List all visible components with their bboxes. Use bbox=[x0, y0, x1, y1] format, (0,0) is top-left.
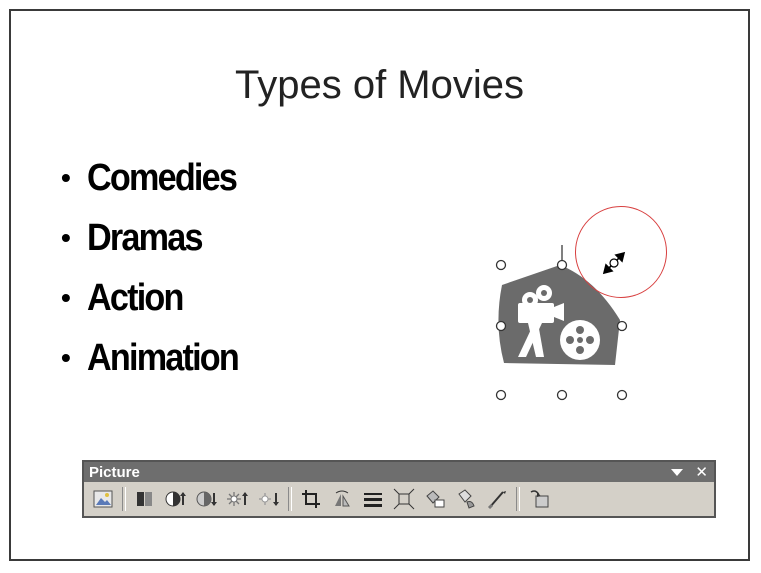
crop-icon[interactable] bbox=[298, 486, 324, 512]
close-icon[interactable]: ✕ bbox=[695, 464, 708, 480]
reset-picture-icon[interactable] bbox=[526, 486, 552, 512]
format-picture-icon[interactable] bbox=[422, 486, 448, 512]
toolbar-button-row bbox=[84, 482, 714, 516]
list-item[interactable]: • Action bbox=[61, 268, 255, 328]
more-brightness-icon[interactable] bbox=[225, 486, 251, 512]
toolbar-titlebar[interactable]: Picture ✕ bbox=[84, 462, 714, 482]
list-item[interactable]: • Comedies bbox=[61, 148, 255, 208]
bullet-text[interactable]: Comedies bbox=[87, 148, 238, 208]
bullet-text[interactable]: Action bbox=[87, 268, 184, 328]
less-brightness-icon[interactable] bbox=[256, 486, 282, 512]
bullet-marker: • bbox=[61, 282, 71, 313]
bullet-marker: • bbox=[61, 342, 71, 373]
toolbar-title: Picture bbox=[89, 463, 140, 481]
toolbar-options-arrow-icon[interactable] bbox=[671, 468, 684, 476]
bullet-text[interactable]: Animation bbox=[87, 328, 240, 388]
picture-toolbar[interactable]: Picture ✕ bbox=[82, 460, 716, 518]
color-icon[interactable] bbox=[132, 486, 158, 512]
compress-pictures-icon[interactable] bbox=[391, 486, 417, 512]
bullet-marker: • bbox=[61, 162, 71, 193]
set-transparent-color-icon[interactable] bbox=[453, 486, 479, 512]
bullet-marker: • bbox=[61, 222, 71, 253]
line-style-icon[interactable] bbox=[360, 486, 386, 512]
slide-title[interactable]: Types of Movies bbox=[11, 63, 748, 108]
recolor-picture-icon[interactable] bbox=[484, 486, 510, 512]
list-item[interactable]: • Animation bbox=[61, 328, 255, 388]
rotate-left-icon[interactable] bbox=[329, 486, 355, 512]
toolbar-separator bbox=[516, 487, 520, 511]
insert-picture-icon[interactable] bbox=[90, 486, 116, 512]
bullet-list[interactable]: • Comedies • Dramas • Action • Animation bbox=[61, 148, 255, 388]
resize-cursor-icon bbox=[602, 251, 626, 275]
more-contrast-icon[interactable] bbox=[163, 486, 189, 512]
less-contrast-icon[interactable] bbox=[194, 486, 220, 512]
bullet-text[interactable]: Dramas bbox=[87, 208, 203, 268]
toolbar-separator bbox=[288, 487, 292, 511]
list-item[interactable]: • Dramas bbox=[61, 208, 255, 268]
toolbar-separator bbox=[122, 487, 126, 511]
